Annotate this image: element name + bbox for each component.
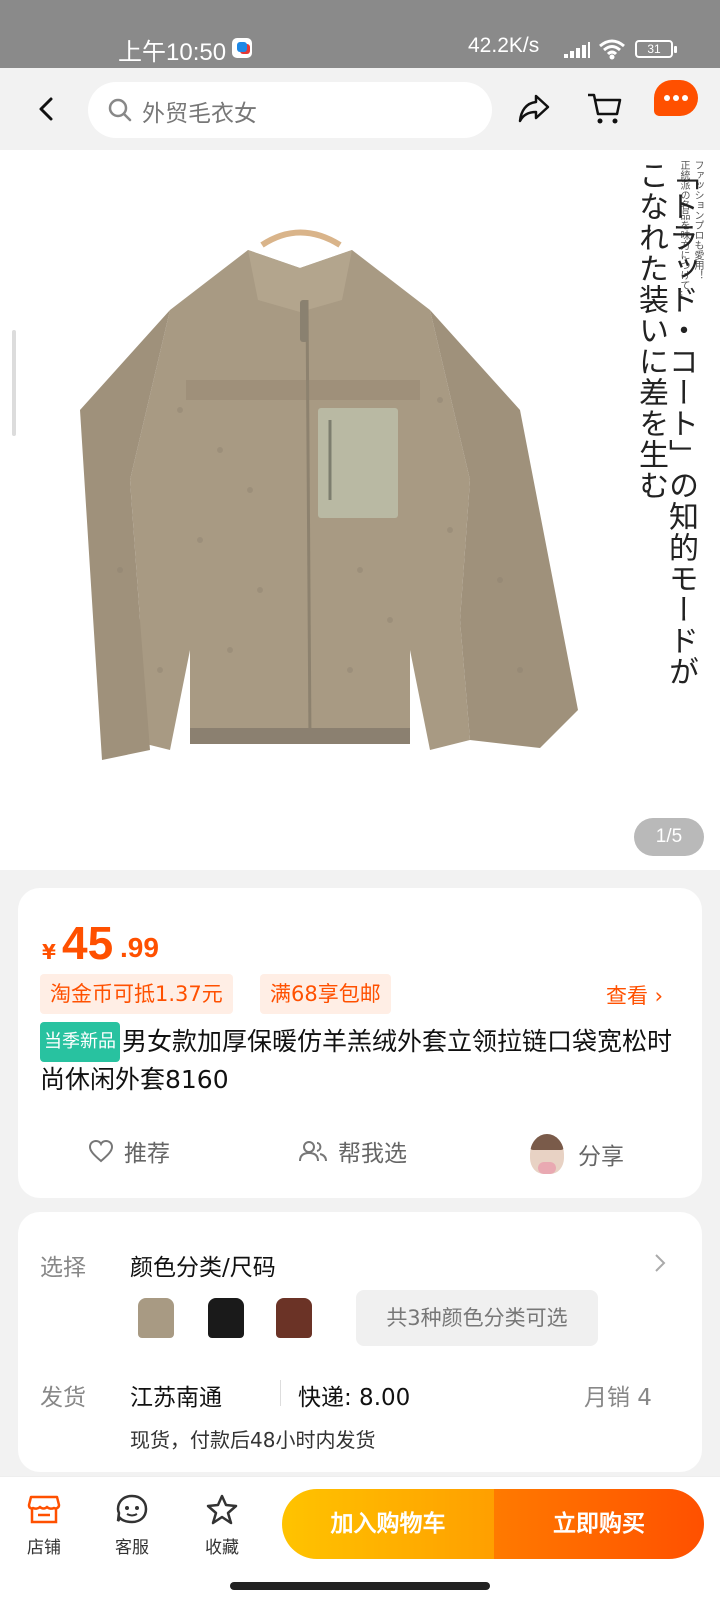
variant-thumb-black[interactable]	[200, 1288, 252, 1344]
store-icon	[27, 1495, 61, 1524]
buy-now-button[interactable]: 立即购买	[494, 1489, 704, 1559]
search-icon	[108, 98, 132, 122]
customer-service-label: 客服	[115, 1538, 149, 1558]
wifi-icon	[599, 39, 625, 60]
monthly-sales: 月销 4	[584, 1385, 652, 1411]
back-button[interactable]	[30, 92, 64, 126]
share-action-button[interactable]: 分享	[530, 1134, 624, 1174]
variant-count-pill[interactable]: 共3种颜色分类可选	[356, 1290, 598, 1346]
chevron-right-icon	[655, 1254, 666, 1272]
divider	[280, 1380, 281, 1406]
variant-thumb-khaki[interactable]	[130, 1288, 182, 1344]
image-caption-2: こなれた装いに差を生む	[633, 160, 668, 501]
help-choose-label: 帮我选	[338, 1141, 407, 1167]
recommend-button[interactable]: 推荐	[88, 1134, 170, 1168]
people-icon	[299, 1141, 327, 1162]
price-decimal: .99	[120, 932, 159, 963]
favorite-label: 收藏	[205, 1538, 239, 1558]
network-speed: 42.2K/s	[468, 34, 540, 57]
price-integer: 45	[62, 917, 114, 969]
star-icon	[206, 1494, 238, 1525]
status-bar: 上午10:50 42.2K/s 31	[0, 0, 720, 68]
signal-icon	[564, 42, 590, 58]
recommend-label: 推荐	[124, 1141, 170, 1167]
avatar	[530, 1134, 564, 1174]
battery-icon: 31	[635, 40, 677, 58]
store-tab[interactable]: 店铺	[14, 1493, 74, 1558]
customer-service-tab[interactable]: 客服	[102, 1493, 162, 1558]
favorite-tab[interactable]: 收藏	[192, 1493, 252, 1558]
cart-button[interactable]	[586, 90, 624, 126]
price-symbol: ¥	[42, 940, 56, 964]
product-title-text: 男女款加厚保暖仿羊羔绒外套立领拉链口袋宽松时尚休闲外套8160	[40, 1027, 673, 1094]
new-season-badge: 当季新品	[40, 1022, 120, 1062]
price-card: ¥ 45 .99 淘金币可抵1.37元 满68享包邮 查看 › 当季新品 男女款加…	[18, 888, 702, 1198]
heart-icon	[88, 1139, 114, 1163]
ship-label: 发货	[40, 1385, 86, 1411]
jacket-illustration	[80, 229, 578, 760]
customer-service-icon	[116, 1494, 148, 1524]
store-label: 店铺	[27, 1538, 61, 1558]
share-button[interactable]	[516, 90, 552, 126]
action-row: 推荐 帮我选 分享	[18, 1128, 702, 1176]
product-image[interactable]: ファッションプロも愛用！ 正統派の名品を味方につけて… 「トラッド・コート」の知…	[0, 150, 720, 870]
ship-note: 现货，付款后48小时内发货	[130, 1428, 376, 1452]
message-button[interactable]	[654, 80, 698, 116]
add-to-cart-button[interactable]: 加入购物车	[282, 1489, 494, 1559]
product-title: 当季新品 男女款加厚保暖仿羊羔绒外套立领拉链口袋宽松时尚休闲外套8160	[40, 1022, 690, 1098]
select-label: 选择	[40, 1255, 86, 1281]
search-query: 外贸毛衣女	[142, 101, 257, 127]
coin-discount-tag[interactable]: 淘金币可抵1.37元	[40, 974, 233, 1014]
top-nav: 外贸毛衣女	[0, 68, 720, 150]
help-choose-button[interactable]: 帮我选	[298, 1134, 407, 1168]
select-value: 颜色分类/尺码	[130, 1255, 276, 1281]
share-label: 分享	[578, 1144, 624, 1170]
app-notification-icon	[232, 38, 252, 58]
variant-thumb-brown[interactable]	[268, 1288, 320, 1344]
ship-origin: 江苏南通	[130, 1385, 222, 1411]
search-input[interactable]: 外贸毛衣女	[88, 82, 492, 138]
view-promos-link[interactable]: 查看 ›	[606, 980, 663, 1010]
home-indicator[interactable]	[230, 1582, 490, 1590]
free-shipping-tag[interactable]: 满68享包邮	[260, 974, 391, 1014]
spec-card[interactable]: 选择 颜色分类/尺码 共3种颜色分类可选 发货 江苏南通 快递: 8.00 月销…	[18, 1212, 702, 1472]
status-time: 上午10:50	[118, 39, 227, 66]
image-counter: 1/5	[634, 818, 704, 856]
express-fee: 快递: 8.00	[298, 1385, 411, 1411]
